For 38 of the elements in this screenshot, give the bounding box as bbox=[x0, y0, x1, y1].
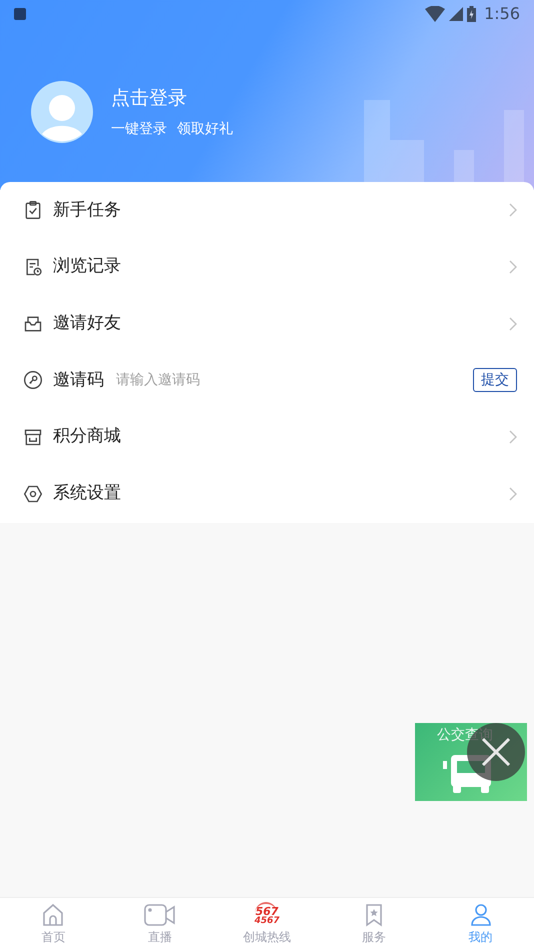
menu-label: 积分商城 bbox=[53, 425, 121, 448]
settings-icon bbox=[23, 484, 43, 504]
chevron-right-icon bbox=[509, 203, 517, 218]
tab-label: 我的 bbox=[468, 928, 493, 946]
chevron-right-icon bbox=[509, 486, 517, 501]
tab-label: 首页 bbox=[41, 928, 66, 946]
tab-label: 直播 bbox=[148, 928, 172, 946]
menu-label: 邀请好友 bbox=[53, 312, 121, 335]
menu-item[interactable]: 系统设置 bbox=[0, 465, 534, 522]
hotline-logo: 567 4567 bbox=[252, 902, 282, 926]
chevron-right-icon bbox=[509, 316, 517, 331]
menu-label: 浏览记录 bbox=[53, 255, 121, 278]
login-subtitle: 一键登录 bbox=[111, 120, 167, 139]
video-camera-icon bbox=[144, 902, 176, 926]
menu-label: 新手任务 bbox=[53, 198, 121, 222]
signal-icon bbox=[449, 7, 464, 21]
store-icon bbox=[23, 427, 43, 448]
menu-item[interactable]: 新手任务 bbox=[0, 182, 534, 239]
tab-label: 服务 bbox=[362, 928, 386, 946]
menu-item[interactable]: 邀请码 请输入邀请码 提交 bbox=[0, 352, 534, 409]
menu-item[interactable]: 积分商城 bbox=[0, 408, 534, 466]
avatar-icon[interactable] bbox=[31, 81, 93, 143]
menu-item[interactable]: 浏览记录 bbox=[0, 238, 534, 296]
status-time: 1:56 bbox=[484, 3, 520, 25]
menu-item[interactable]: 邀请好友 bbox=[0, 295, 534, 352]
wifi-icon bbox=[425, 6, 446, 22]
battery-icon bbox=[467, 6, 476, 22]
tab-item[interactable]: 567 4567 创城热线 bbox=[214, 898, 320, 950]
invite-code-field[interactable]: 请输入邀请码 bbox=[116, 370, 463, 391]
menu-label: 邀请码 bbox=[53, 368, 104, 392]
clipboard-check-icon bbox=[23, 200, 43, 220]
menu-label: 系统设置 bbox=[53, 482, 121, 506]
tab-label: 创城热线 bbox=[242, 928, 291, 946]
key-icon bbox=[23, 370, 43, 390]
gift-subtitle: 领取好礼 bbox=[177, 120, 233, 139]
submit-button[interactable]: 提交 bbox=[473, 368, 517, 392]
chevron-right-icon bbox=[509, 260, 517, 274]
chevron-right-icon bbox=[509, 430, 517, 444]
